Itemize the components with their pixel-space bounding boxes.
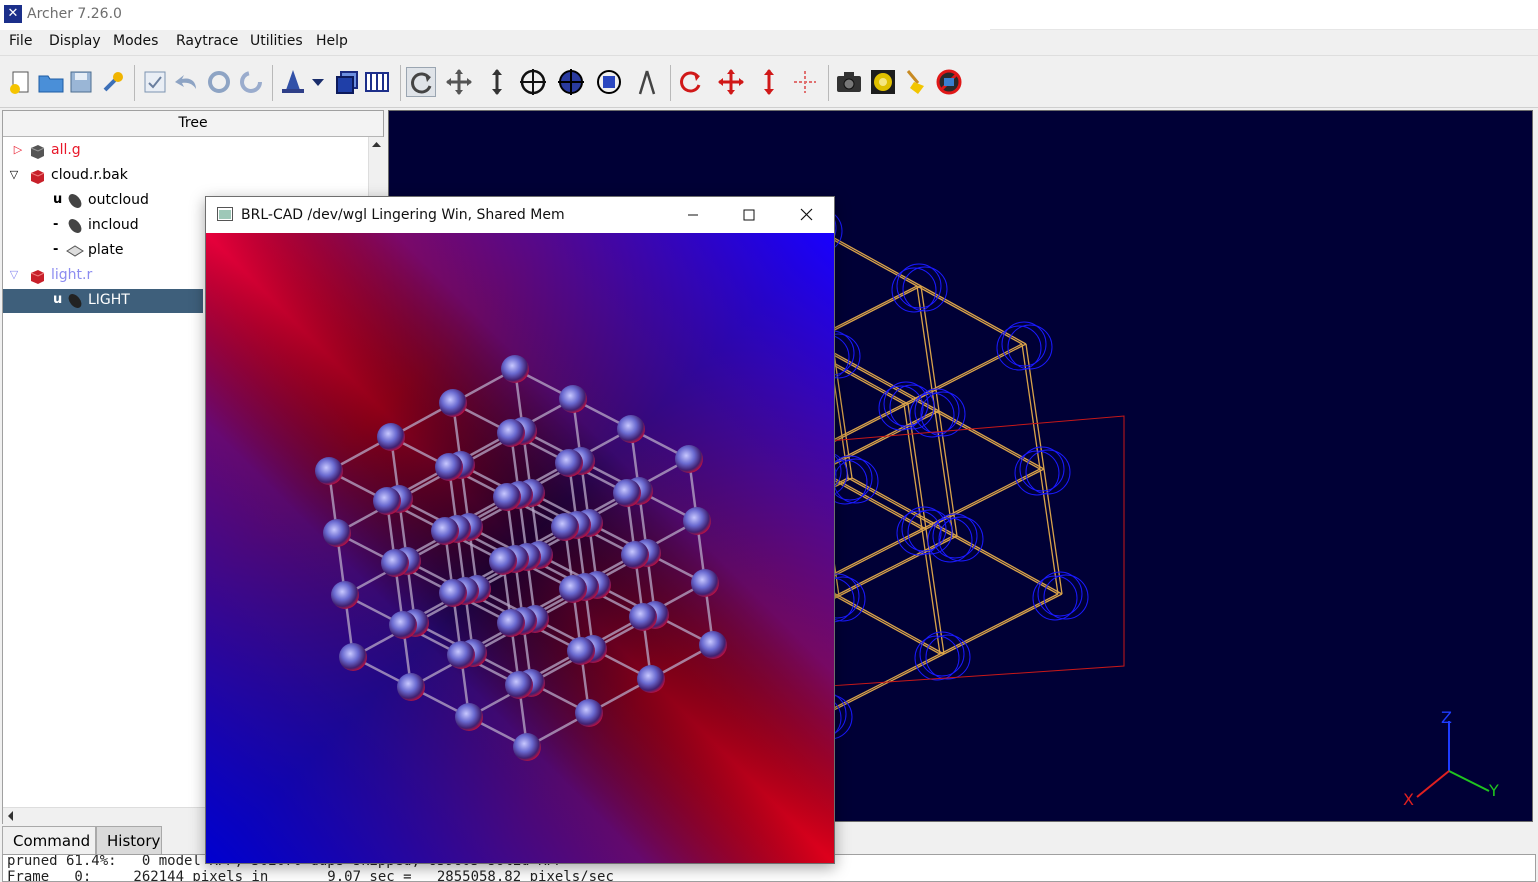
axis-x-label: X — [1403, 790, 1414, 809]
tree-item-outcloud[interactable]: u outcloud — [3, 189, 203, 213]
tree-item-cloud-r-bak[interactable]: ▽ cloud.r.bak — [3, 164, 203, 188]
measure-icon[interactable] — [632, 67, 662, 97]
ellipsoid-icon — [66, 217, 84, 235]
combination-icon — [28, 142, 46, 160]
translate-view-icon[interactable] — [444, 67, 474, 97]
tab-history[interactable]: History — [96, 826, 162, 854]
raytrace-window-titlebar[interactable]: BRL-CAD /dev/wgl Lingering Win, Shared M… — [206, 197, 834, 233]
maximize-icon[interactable] — [726, 197, 772, 233]
revert-icon[interactable] — [204, 67, 234, 97]
tree-item-incloud[interactable]: - incloud — [3, 214, 203, 238]
tree-item-label: cloud.r.bak — [51, 167, 128, 183]
new-file-icon[interactable] — [6, 67, 36, 97]
axis-z-label: Z — [1441, 708, 1452, 727]
open-folder-icon[interactable] — [36, 67, 66, 97]
console-line: Frame 0: 262144 pixels in 9.07 sec = 285… — [7, 869, 614, 882]
raytrace-window-title: BRL-CAD /dev/wgl Lingering Win, Shared M… — [241, 207, 565, 223]
boolean-op-label: u — [53, 292, 63, 307]
tree-item-all-g[interactable]: ▷ all.g — [3, 139, 203, 163]
rotate-edit-icon[interactable] — [676, 67, 706, 97]
minimize-icon[interactable] — [670, 197, 716, 233]
menu-raytrace[interactable]: Raytrace — [176, 33, 238, 49]
tree-item-light[interactable]: u LIGHT — [3, 289, 203, 313]
save-icon[interactable] — [66, 67, 96, 97]
tree-item-label: light.r — [51, 267, 93, 283]
app-title-bar: ✕ Archer 7.26.0 — [0, 0, 990, 30]
tree-item-label: incloud — [88, 217, 139, 233]
axes-triad: Z Y X — [1403, 708, 1499, 809]
preferences-wrench-icon[interactable] — [98, 67, 128, 97]
ellipsoid-icon — [66, 292, 84, 310]
tree-header: Tree — [3, 111, 383, 137]
tree-item-label: all.g — [51, 142, 81, 158]
wall-icon[interactable] — [362, 67, 392, 97]
boolean-op-label: u — [53, 192, 63, 207]
axis-y-label: Y — [1488, 781, 1499, 800]
close-icon[interactable] — [784, 197, 830, 233]
region-icon — [28, 167, 46, 185]
redo-icon[interactable] — [236, 67, 266, 97]
region-icon — [28, 267, 46, 285]
menu-help[interactable]: Help — [316, 33, 348, 49]
menu-bar: File Display Modes Raytrace Utilities He… — [0, 30, 1538, 53]
expand-arrow-icon[interactable]: ▷ — [11, 143, 25, 157]
menu-file[interactable]: File — [9, 33, 32, 49]
scale-view-icon[interactable] — [482, 67, 512, 97]
tree-item-label: plate — [88, 242, 124, 258]
menu-display[interactable]: Display — [49, 33, 101, 49]
clear-broom-icon[interactable] — [902, 67, 932, 97]
cube-view-icon[interactable] — [594, 67, 624, 97]
raytrace-image — [206, 233, 834, 863]
collapse-arrow-icon[interactable]: ▽ — [7, 168, 21, 182]
scale-edit-icon[interactable] — [754, 67, 784, 97]
archer-logo-icon: ✕ — [4, 5, 22, 23]
checkmark-icon[interactable] — [140, 67, 170, 97]
app-title: Archer 7.26.0 — [27, 6, 122, 22]
undo-icon[interactable] — [172, 67, 202, 97]
raytrace-window[interactable]: BRL-CAD /dev/wgl Lingering Win, Shared M… — [205, 196, 835, 864]
center-edit-icon[interactable] — [790, 67, 820, 97]
camera-icon[interactable] — [834, 67, 864, 97]
plate-icon — [66, 242, 84, 260]
rotate-view-icon[interactable] — [406, 67, 436, 97]
main-toolbar — [0, 55, 1538, 108]
menu-modes[interactable]: Modes — [113, 33, 158, 49]
sphere-view-icon[interactable] — [556, 67, 586, 97]
abort-icon[interactable] — [934, 67, 964, 97]
translate-edit-icon[interactable] — [716, 67, 746, 97]
tree-item-label: LIGHT — [88, 292, 130, 308]
window-app-icon — [217, 207, 233, 221]
raytrace-frame-icon[interactable] — [868, 67, 898, 97]
ellipsoid-icon — [66, 192, 84, 210]
view-cube-icon[interactable] — [332, 67, 362, 97]
tree-item-plate[interactable]: - plate — [3, 239, 203, 263]
dropdown-arrow-icon[interactable] — [308, 67, 328, 97]
tree-item-light-r[interactable]: ▽ light.r — [3, 264, 203, 288]
boolean-op-label: - — [53, 242, 59, 257]
tree-item-label: outcloud — [88, 192, 149, 208]
boolean-op-label: - — [53, 217, 59, 232]
tab-command[interactable]: Command — [2, 826, 96, 854]
center-view-icon[interactable] — [518, 67, 548, 97]
menu-utilities[interactable]: Utilities — [250, 33, 303, 49]
title-bar-extension — [990, 0, 1538, 30]
wizard-hat-icon[interactable] — [278, 67, 308, 97]
collapse-arrow-icon[interactable]: ▽ — [7, 268, 21, 282]
